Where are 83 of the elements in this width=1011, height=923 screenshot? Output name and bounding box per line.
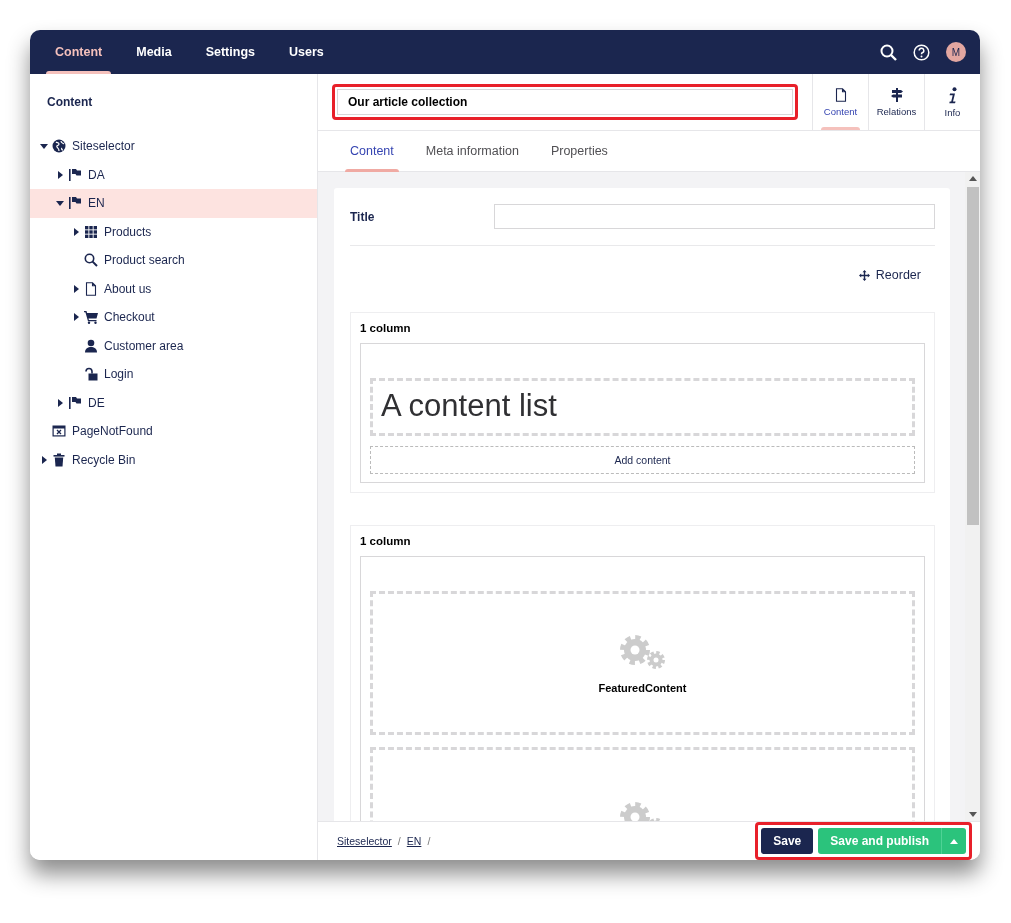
save-button[interactable]: Save — [761, 828, 814, 854]
editor-tab[interactable]: Properties — [534, 131, 624, 171]
flag-icon — [68, 395, 82, 410]
section-tab[interactable]: Media — [119, 30, 189, 74]
person-icon — [84, 338, 98, 353]
tree-item-label: Checkout — [104, 310, 155, 325]
globe-icon — [52, 139, 66, 154]
macro-name: FeaturedContent — [598, 682, 687, 695]
grid-icon — [84, 224, 98, 239]
tree-item-label: About us — [104, 281, 152, 296]
flag-icon — [68, 167, 82, 182]
cart-icon — [84, 310, 98, 325]
content-list-element[interactable]: A content list — [370, 378, 915, 437]
app-tab-label: Content — [823, 106, 858, 117]
tree-item[interactable]: DA — [30, 160, 317, 189]
tree-item[interactable]: Login — [30, 360, 317, 389]
move-icon — [858, 269, 870, 281]
row-label: 1 column — [360, 322, 412, 334]
open-lock-icon — [84, 367, 98, 382]
node-name-field[interactable]: Our article collection — [337, 89, 793, 115]
section-tab[interactable]: Users — [271, 30, 341, 74]
document-icon — [833, 87, 848, 103]
tree-item[interactable]: About us — [30, 274, 317, 303]
tree-item[interactable]: Products — [30, 217, 317, 246]
caret-right-icon[interactable] — [73, 227, 79, 236]
row-label: 1 column — [360, 535, 412, 548]
document-icon — [84, 281, 98, 296]
help-icon[interactable] — [913, 43, 930, 61]
app-tab-label: Info — [944, 106, 961, 118]
error-page-icon — [52, 424, 66, 439]
app-tab[interactable]: Info — [924, 74, 980, 130]
field-label: Title — [350, 209, 376, 224]
search-icon — [84, 253, 98, 268]
tree-item-label: Login — [104, 367, 134, 382]
tree-item-label: Products — [104, 224, 152, 239]
macro-element[interactable]: FeaturedContent — [370, 591, 915, 736]
caret-down-icon[interactable] — [56, 200, 64, 206]
sidebar-heading: Content — [47, 95, 93, 109]
editor-tab[interactable]: Content — [334, 131, 410, 171]
app-tab-label: Relations — [876, 106, 917, 117]
app-tab[interactable]: Content — [812, 74, 868, 130]
tree-item[interactable]: Product search — [30, 246, 317, 275]
user-avatar[interactable]: M — [946, 42, 966, 62]
section-tab[interactable]: Settings — [188, 30, 272, 74]
reorder-button[interactable]: Reorder — [858, 268, 921, 282]
tree-item-label: DE — [88, 395, 105, 410]
flag-icon — [68, 196, 82, 211]
breadcrumb-separator: / — [397, 835, 401, 847]
search-icon[interactable] — [880, 43, 897, 61]
tree-item-label: EN — [88, 196, 105, 211]
section-tab[interactable]: Content — [38, 30, 120, 74]
scroll-up-arrow-icon[interactable] — [968, 176, 977, 181]
tree-item-label: Product search — [104, 253, 185, 268]
tree-item[interactable]: Recycle Bin — [30, 445, 317, 474]
info-icon — [947, 86, 958, 104]
tree-item[interactable]: Checkout — [30, 303, 317, 332]
tree-item[interactable]: DE — [30, 388, 317, 417]
breadcrumb-link[interactable]: EN — [406, 835, 422, 847]
editor-tab[interactable]: Meta information — [409, 131, 535, 171]
tree-item[interactable]: Customer area — [30, 331, 317, 360]
title-input-field[interactable] — [494, 204, 935, 229]
breadcrumb-separator: / — [427, 835, 431, 847]
tree-item[interactable]: Siteselector — [30, 132, 317, 161]
add-content-button[interactable]: Add content — [370, 446, 915, 475]
caret-right-icon[interactable] — [73, 284, 79, 293]
breadcrumb-link[interactable]: Siteselector — [337, 835, 392, 847]
caret-right-icon[interactable] — [41, 455, 47, 464]
app-tab[interactable]: Relations — [868, 74, 924, 130]
tree-item-label: PageNotFound — [72, 424, 153, 439]
caret-right-icon[interactable] — [73, 313, 79, 322]
tree-item-label: Siteselector — [72, 139, 135, 154]
scrollbar[interactable] — [965, 172, 980, 821]
caret-right-icon[interactable] — [57, 398, 63, 407]
tree-item-label: Customer area — [104, 338, 184, 353]
caret-down-icon[interactable] — [40, 143, 48, 149]
trash-icon — [52, 452, 66, 467]
tree-item-label: Recycle Bin — [72, 452, 136, 467]
tree-item[interactable]: EN — [30, 189, 317, 218]
scroll-down-arrow-icon[interactable] — [968, 812, 977, 817]
tree-item-label: DA — [88, 167, 105, 182]
caret-right-icon[interactable] — [57, 170, 63, 179]
signpost-icon — [889, 87, 904, 103]
tree-item[interactable]: PageNotFound — [30, 417, 317, 446]
